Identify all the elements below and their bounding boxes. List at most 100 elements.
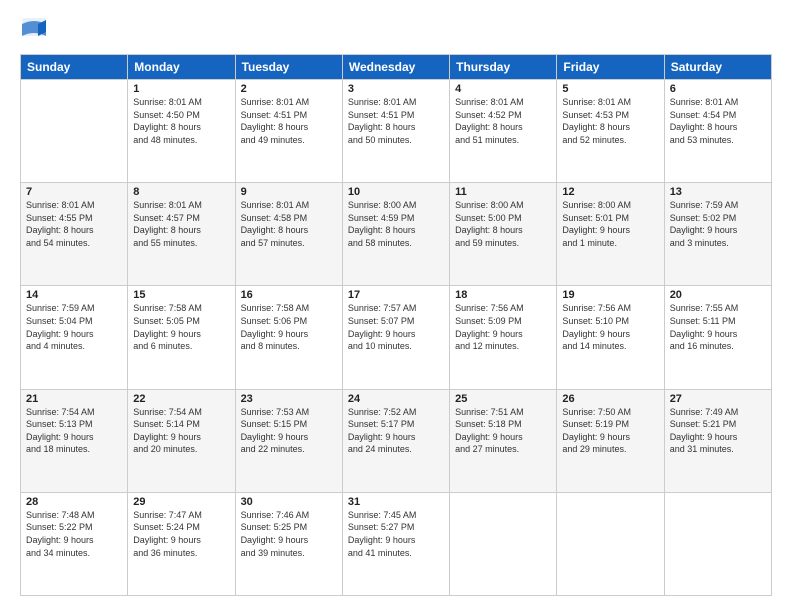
calendar-cell: 8Sunrise: 8:01 AMSunset: 4:57 PMDaylight… <box>128 183 235 286</box>
day-info: Sunrise: 7:49 AMSunset: 5:21 PMDaylight:… <box>670 406 766 456</box>
calendar-cell: 20Sunrise: 7:55 AMSunset: 5:11 PMDayligh… <box>664 286 771 389</box>
calendar-cell <box>450 492 557 595</box>
day-info: Sunrise: 7:47 AMSunset: 5:24 PMDaylight:… <box>133 509 229 559</box>
day-number: 2 <box>241 83 337 95</box>
day-number: 30 <box>241 496 337 508</box>
day-number: 11 <box>455 186 551 198</box>
day-number: 15 <box>133 289 229 301</box>
day-number: 10 <box>348 186 444 198</box>
calendar-week-row: 1Sunrise: 8:01 AMSunset: 4:50 PMDaylight… <box>21 80 772 183</box>
day-info: Sunrise: 8:01 AMSunset: 4:52 PMDaylight:… <box>455 96 551 146</box>
calendar-cell <box>557 492 664 595</box>
calendar-cell <box>21 80 128 183</box>
day-info: Sunrise: 7:55 AMSunset: 5:11 PMDaylight:… <box>670 302 766 352</box>
day-info: Sunrise: 7:54 AMSunset: 5:14 PMDaylight:… <box>133 406 229 456</box>
day-number: 4 <box>455 83 551 95</box>
day-number: 23 <box>241 393 337 405</box>
calendar-cell: 18Sunrise: 7:56 AMSunset: 5:09 PMDayligh… <box>450 286 557 389</box>
day-info: Sunrise: 7:46 AMSunset: 5:25 PMDaylight:… <box>241 509 337 559</box>
day-number: 18 <box>455 289 551 301</box>
calendar-cell <box>664 492 771 595</box>
day-number: 6 <box>670 83 766 95</box>
calendar-cell: 5Sunrise: 8:01 AMSunset: 4:53 PMDaylight… <box>557 80 664 183</box>
day-info: Sunrise: 7:54 AMSunset: 5:13 PMDaylight:… <box>26 406 122 456</box>
day-info: Sunrise: 7:59 AMSunset: 5:04 PMDaylight:… <box>26 302 122 352</box>
calendar-cell: 29Sunrise: 7:47 AMSunset: 5:24 PMDayligh… <box>128 492 235 595</box>
day-of-week-header: Saturday <box>664 55 771 80</box>
day-info: Sunrise: 8:00 AMSunset: 5:01 PMDaylight:… <box>562 199 658 249</box>
calendar-cell: 4Sunrise: 8:01 AMSunset: 4:52 PMDaylight… <box>450 80 557 183</box>
day-of-week-header: Monday <box>128 55 235 80</box>
calendar-cell: 24Sunrise: 7:52 AMSunset: 5:17 PMDayligh… <box>342 389 449 492</box>
calendar-cell: 9Sunrise: 8:01 AMSunset: 4:58 PMDaylight… <box>235 183 342 286</box>
day-info: Sunrise: 8:01 AMSunset: 4:53 PMDaylight:… <box>562 96 658 146</box>
day-info: Sunrise: 7:52 AMSunset: 5:17 PMDaylight:… <box>348 406 444 456</box>
calendar-week-row: 7Sunrise: 8:01 AMSunset: 4:55 PMDaylight… <box>21 183 772 286</box>
day-info: Sunrise: 7:57 AMSunset: 5:07 PMDaylight:… <box>348 302 444 352</box>
day-number: 8 <box>133 186 229 198</box>
day-number: 20 <box>670 289 766 301</box>
calendar-cell: 25Sunrise: 7:51 AMSunset: 5:18 PMDayligh… <box>450 389 557 492</box>
day-number: 25 <box>455 393 551 405</box>
day-number: 3 <box>348 83 444 95</box>
day-number: 16 <box>241 289 337 301</box>
calendar-cell: 3Sunrise: 8:01 AMSunset: 4:51 PMDaylight… <box>342 80 449 183</box>
day-of-week-header: Thursday <box>450 55 557 80</box>
day-number: 17 <box>348 289 444 301</box>
day-number: 28 <box>26 496 122 508</box>
day-info: Sunrise: 8:01 AMSunset: 4:58 PMDaylight:… <box>241 199 337 249</box>
calendar-cell: 10Sunrise: 8:00 AMSunset: 4:59 PMDayligh… <box>342 183 449 286</box>
day-number: 9 <box>241 186 337 198</box>
calendar-cell: 23Sunrise: 7:53 AMSunset: 5:15 PMDayligh… <box>235 389 342 492</box>
day-info: Sunrise: 7:53 AMSunset: 5:15 PMDaylight:… <box>241 406 337 456</box>
calendar-cell: 22Sunrise: 7:54 AMSunset: 5:14 PMDayligh… <box>128 389 235 492</box>
day-info: Sunrise: 8:01 AMSunset: 4:54 PMDaylight:… <box>670 96 766 146</box>
day-info: Sunrise: 8:00 AMSunset: 5:00 PMDaylight:… <box>455 199 551 249</box>
calendar-cell: 26Sunrise: 7:50 AMSunset: 5:19 PMDayligh… <box>557 389 664 492</box>
calendar-cell: 12Sunrise: 8:00 AMSunset: 5:01 PMDayligh… <box>557 183 664 286</box>
day-of-week-header: Tuesday <box>235 55 342 80</box>
calendar-week-row: 14Sunrise: 7:59 AMSunset: 5:04 PMDayligh… <box>21 286 772 389</box>
day-number: 27 <box>670 393 766 405</box>
day-number: 1 <box>133 83 229 95</box>
day-info: Sunrise: 7:56 AMSunset: 5:09 PMDaylight:… <box>455 302 551 352</box>
day-number: 14 <box>26 289 122 301</box>
day-of-week-header: Friday <box>557 55 664 80</box>
day-info: Sunrise: 8:01 AMSunset: 4:57 PMDaylight:… <box>133 199 229 249</box>
calendar-table: SundayMondayTuesdayWednesdayThursdayFrid… <box>20 54 772 596</box>
calendar-cell: 2Sunrise: 8:01 AMSunset: 4:51 PMDaylight… <box>235 80 342 183</box>
calendar-header-row: SundayMondayTuesdayWednesdayThursdayFrid… <box>21 55 772 80</box>
calendar-cell: 11Sunrise: 8:00 AMSunset: 5:00 PMDayligh… <box>450 183 557 286</box>
day-of-week-header: Sunday <box>21 55 128 80</box>
day-info: Sunrise: 8:01 AMSunset: 4:55 PMDaylight:… <box>26 199 122 249</box>
day-info: Sunrise: 7:45 AMSunset: 5:27 PMDaylight:… <box>348 509 444 559</box>
calendar-cell: 31Sunrise: 7:45 AMSunset: 5:27 PMDayligh… <box>342 492 449 595</box>
day-number: 7 <box>26 186 122 198</box>
calendar-cell: 28Sunrise: 7:48 AMSunset: 5:22 PMDayligh… <box>21 492 128 595</box>
day-number: 21 <box>26 393 122 405</box>
calendar-cell: 14Sunrise: 7:59 AMSunset: 5:04 PMDayligh… <box>21 286 128 389</box>
day-number: 26 <box>562 393 658 405</box>
day-number: 19 <box>562 289 658 301</box>
calendar-cell: 19Sunrise: 7:56 AMSunset: 5:10 PMDayligh… <box>557 286 664 389</box>
calendar-cell: 21Sunrise: 7:54 AMSunset: 5:13 PMDayligh… <box>21 389 128 492</box>
calendar-cell: 13Sunrise: 7:59 AMSunset: 5:02 PMDayligh… <box>664 183 771 286</box>
day-number: 24 <box>348 393 444 405</box>
day-number: 29 <box>133 496 229 508</box>
day-info: Sunrise: 7:59 AMSunset: 5:02 PMDaylight:… <box>670 199 766 249</box>
calendar-week-row: 28Sunrise: 7:48 AMSunset: 5:22 PMDayligh… <box>21 492 772 595</box>
calendar-cell: 7Sunrise: 8:01 AMSunset: 4:55 PMDaylight… <box>21 183 128 286</box>
day-info: Sunrise: 8:00 AMSunset: 4:59 PMDaylight:… <box>348 199 444 249</box>
day-number: 31 <box>348 496 444 508</box>
day-info: Sunrise: 7:50 AMSunset: 5:19 PMDaylight:… <box>562 406 658 456</box>
calendar-cell: 30Sunrise: 7:46 AMSunset: 5:25 PMDayligh… <box>235 492 342 595</box>
calendar-cell: 1Sunrise: 8:01 AMSunset: 4:50 PMDaylight… <box>128 80 235 183</box>
day-number: 5 <box>562 83 658 95</box>
day-info: Sunrise: 7:48 AMSunset: 5:22 PMDaylight:… <box>26 509 122 559</box>
day-number: 13 <box>670 186 766 198</box>
day-info: Sunrise: 8:01 AMSunset: 4:51 PMDaylight:… <box>241 96 337 146</box>
page: SundayMondayTuesdayWednesdayThursdayFrid… <box>0 0 792 612</box>
calendar-cell: 16Sunrise: 7:58 AMSunset: 5:06 PMDayligh… <box>235 286 342 389</box>
day-of-week-header: Wednesday <box>342 55 449 80</box>
day-info: Sunrise: 7:58 AMSunset: 5:06 PMDaylight:… <box>241 302 337 352</box>
